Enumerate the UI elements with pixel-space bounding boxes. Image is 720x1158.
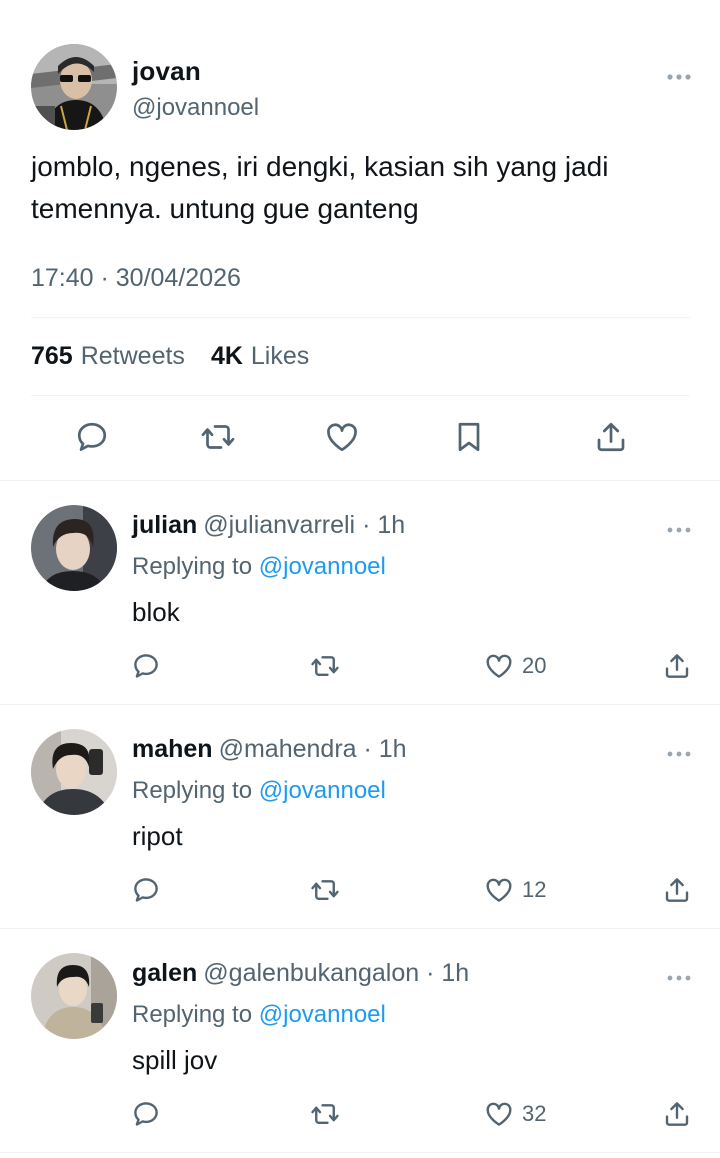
tweet-text: jomblo, ngenes, iri dengki, kasian sih y… <box>31 151 609 224</box>
like-count: 20 <box>522 653 547 678</box>
like-icon <box>486 1102 512 1126</box>
reply-header: galen @galenbukangalon · 1h <box>132 959 469 988</box>
retweet-icon <box>311 880 339 900</box>
avatar[interactable] <box>31 729 117 815</box>
reply-icon <box>134 654 158 678</box>
reply-header: julian @julianvarreli · 1h <box>132 511 405 540</box>
reply-button[interactable] <box>131 875 161 905</box>
reply-text: ripot <box>132 821 183 851</box>
author-handle[interactable]: @jovannoel <box>132 94 259 122</box>
reply-tweet[interactable]: galen @galenbukangalon · 1h Replying to @… <box>0 929 720 1153</box>
avatar[interactable] <box>31 953 117 1039</box>
share-button[interactable] <box>593 419 629 455</box>
reply-author-name[interactable]: mahen <box>132 735 213 763</box>
tweet-stats: 765 Retweets 4K Likes <box>31 342 309 371</box>
replying-to-label: Replying to <box>132 1001 253 1028</box>
more-options-icon[interactable] <box>666 745 692 757</box>
retweet-button[interactable] <box>310 1099 340 1129</box>
share-button[interactable] <box>662 1099 692 1129</box>
replying-to-mention[interactable]: @jovannoel <box>259 777 386 804</box>
more-options-icon[interactable] <box>666 969 692 981</box>
reply-author-name[interactable]: galen <box>132 959 197 987</box>
retweets-count: 765 <box>31 342 73 370</box>
more-options-icon[interactable] <box>666 521 692 533</box>
reply-tweet[interactable]: mahen @mahendra · 1h Replying to @jovanno… <box>0 705 720 929</box>
reply-author-handle[interactable]: @galenbukangalon <box>203 959 419 987</box>
retweet-button[interactable] <box>200 419 236 455</box>
main-tweet: jovan @jovannoel jomblo, ngenes, iri den… <box>0 0 720 481</box>
replying-to-mention[interactable]: @jovannoel <box>259 553 386 580</box>
like-button[interactable]: 20 <box>484 651 546 681</box>
like-icon <box>327 423 357 452</box>
share-icon <box>597 422 625 452</box>
like-icon <box>486 878 512 902</box>
like-button[interactable]: 12 <box>484 875 546 905</box>
retweet-icon <box>201 425 235 449</box>
retweet-icon <box>311 1104 339 1124</box>
replying-to-mention[interactable]: @jovannoel <box>259 1001 386 1028</box>
like-count: 32 <box>522 1101 547 1126</box>
like-count: 12 <box>522 877 547 902</box>
like-button[interactable]: 32 <box>484 1099 546 1129</box>
retweets-label: Retweets <box>80 342 185 370</box>
reply-time: · 1h <box>363 735 407 763</box>
author-name[interactable]: jovan <box>132 56 201 87</box>
reply-tweet[interactable]: julian @julianvarreli · 1h Replying to @j… <box>0 481 720 705</box>
likes-count: 4K <box>210 342 243 370</box>
tweet-detail-page: jovan @jovannoel jomblo, ngenes, iri den… <box>0 0 720 1158</box>
retweet-button[interactable] <box>310 651 340 681</box>
reply-author-handle[interactable]: @julianvarreli <box>203 511 355 539</box>
replying-to-label: Replying to <box>132 777 253 804</box>
divider <box>31 395 690 396</box>
reply-button[interactable] <box>131 1099 161 1129</box>
reply-text: spill jov <box>132 1045 218 1075</box>
share-button[interactable] <box>662 875 692 905</box>
likes-label: Likes <box>250 342 310 370</box>
avatar[interactable] <box>31 44 117 130</box>
reply-header: mahen @mahendra · 1h <box>132 735 407 764</box>
replying-to: Replying to @jovannoel <box>132 1001 386 1029</box>
reply-icon <box>134 878 158 902</box>
replying-to: Replying to @jovannoel <box>132 553 386 581</box>
replying-to: Replying to @jovannoel <box>132 777 386 805</box>
retweet-icon <box>311 656 339 676</box>
tweet-timestamp[interactable]: 17:40 · 30/04/2026 <box>31 264 241 293</box>
more-options-icon[interactable] <box>666 68 692 80</box>
divider <box>0 1152 720 1153</box>
reply-author-handle[interactable]: @mahendra <box>219 735 357 763</box>
bookmark-icon <box>458 422 480 452</box>
reply-author-name[interactable]: julian <box>132 511 197 539</box>
share-button[interactable] <box>662 651 692 681</box>
retweet-button[interactable] <box>310 875 340 905</box>
retweets-stat[interactable]: 765 Retweets <box>31 342 185 371</box>
divider <box>31 317 690 318</box>
reply-text: blok <box>132 597 180 627</box>
share-icon <box>665 654 689 678</box>
share-icon <box>665 1102 689 1126</box>
replying-to-label: Replying to <box>132 553 253 580</box>
reply-icon <box>134 1102 158 1126</box>
like-icon <box>486 654 512 678</box>
reply-button[interactable] <box>74 419 110 455</box>
like-button[interactable] <box>324 419 360 455</box>
avatar[interactable] <box>31 505 117 591</box>
reply-button[interactable] <box>131 651 161 681</box>
share-icon <box>665 878 689 902</box>
likes-stat[interactable]: 4K Likes <box>211 342 309 371</box>
reply-icon <box>77 422 107 451</box>
bookmark-button[interactable] <box>451 419 487 455</box>
reply-time: · 1h <box>426 959 470 987</box>
reply-time: · 1h <box>362 511 406 539</box>
